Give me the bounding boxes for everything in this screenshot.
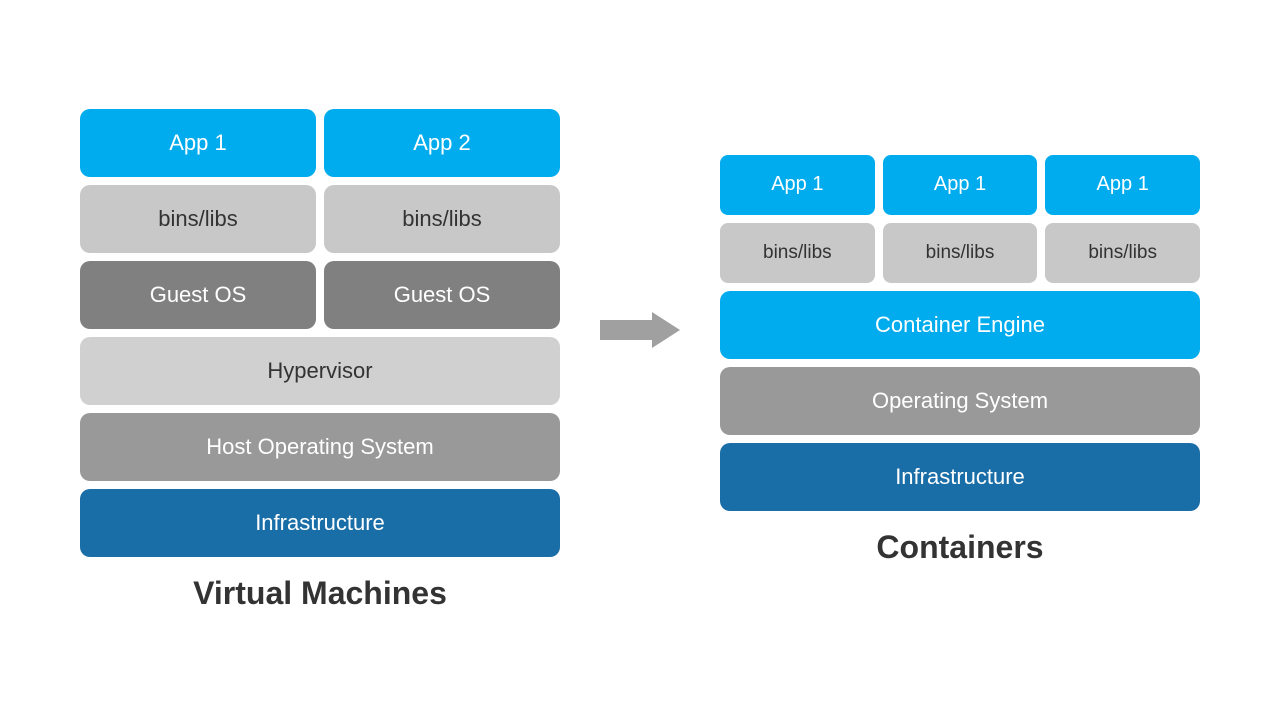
- vm-guestos2-box: Guest OS: [324, 261, 560, 329]
- ct-os-box: Operating System: [720, 367, 1200, 435]
- vm-hypervisor-label: Hypervisor: [267, 358, 372, 384]
- ct-bins2-label: bins/libs: [926, 242, 995, 264]
- ct-infra-row: Infrastructure: [720, 443, 1200, 511]
- ct-app2-box: App 1: [883, 155, 1038, 215]
- vm-app2-label: App 2: [413, 130, 471, 156]
- ct-infra-box: Infrastructure: [720, 443, 1200, 511]
- vm-column: App 1 App 2 bins/libs bins/libs Guest OS: [80, 109, 560, 612]
- ct-engine-label: Container Engine: [875, 312, 1045, 338]
- ct-app1-box: App 1: [720, 155, 875, 215]
- ct-os-row: Operating System: [720, 367, 1200, 435]
- vm-hostos-label: Host Operating System: [206, 434, 433, 460]
- vm-hostos-box: Host Operating System: [80, 413, 560, 481]
- vm-hypervisor-row: Hypervisor: [80, 337, 560, 405]
- vm-title: Virtual Machines: [193, 575, 447, 612]
- vm-bins2-label: bins/libs: [402, 206, 481, 232]
- ct-bins3-label: bins/libs: [1088, 242, 1157, 264]
- vm-apps-row: App 1 App 2: [80, 109, 560, 177]
- vm-bins1-box: bins/libs: [80, 185, 316, 253]
- containers-column: App 1 App 1 App 1 bins/libs bins/libs b: [720, 155, 1200, 566]
- ct-engine-row: Container Engine: [720, 291, 1200, 359]
- ct-app2-label: App 1: [934, 173, 986, 196]
- containers-stack: App 1 App 1 App 1 bins/libs bins/libs b: [720, 155, 1200, 511]
- vm-guestos-row: Guest OS Guest OS: [80, 261, 560, 329]
- containers-title: Containers: [876, 529, 1043, 566]
- ct-bins-row: bins/libs bins/libs bins/libs: [720, 223, 1200, 283]
- vm-stack: App 1 App 2 bins/libs bins/libs Guest OS: [80, 109, 560, 557]
- ct-app3-box: App 1: [1045, 155, 1200, 215]
- vm-infra-row: Infrastructure: [80, 489, 560, 557]
- arrow-container: [600, 305, 680, 415]
- ct-infra-label: Infrastructure: [895, 464, 1025, 490]
- ct-bins1-box: bins/libs: [720, 223, 875, 283]
- vm-bins-row: bins/libs bins/libs: [80, 185, 560, 253]
- vm-infra-box: Infrastructure: [80, 489, 560, 557]
- ct-os-label: Operating System: [872, 388, 1048, 414]
- ct-engine-box: Container Engine: [720, 291, 1200, 359]
- ct-app1-label: App 1: [771, 173, 823, 196]
- ct-bins2-box: bins/libs: [883, 223, 1038, 283]
- vm-infra-label: Infrastructure: [255, 510, 385, 536]
- vm-guestos1-label: Guest OS: [150, 282, 247, 308]
- main-diagram: App 1 App 2 bins/libs bins/libs Guest OS: [40, 109, 1240, 612]
- vm-bins1-label: bins/libs: [158, 206, 237, 232]
- vm-app1-label: App 1: [169, 130, 227, 156]
- vm-guestos1-box: Guest OS: [80, 261, 316, 329]
- ct-bins1-label: bins/libs: [763, 242, 832, 264]
- vm-bins2-box: bins/libs: [324, 185, 560, 253]
- vm-app2-box: App 2: [324, 109, 560, 177]
- vm-app1-box: App 1: [80, 109, 316, 177]
- ct-bins3-box: bins/libs: [1045, 223, 1200, 283]
- vm-hypervisor-box: Hypervisor: [80, 337, 560, 405]
- ct-apps-row: App 1 App 1 App 1: [720, 155, 1200, 215]
- ct-app3-label: App 1: [1097, 173, 1149, 196]
- vm-hostos-row: Host Operating System: [80, 413, 560, 481]
- vm-guestos2-label: Guest OS: [394, 282, 491, 308]
- arrow-icon: [600, 305, 680, 355]
